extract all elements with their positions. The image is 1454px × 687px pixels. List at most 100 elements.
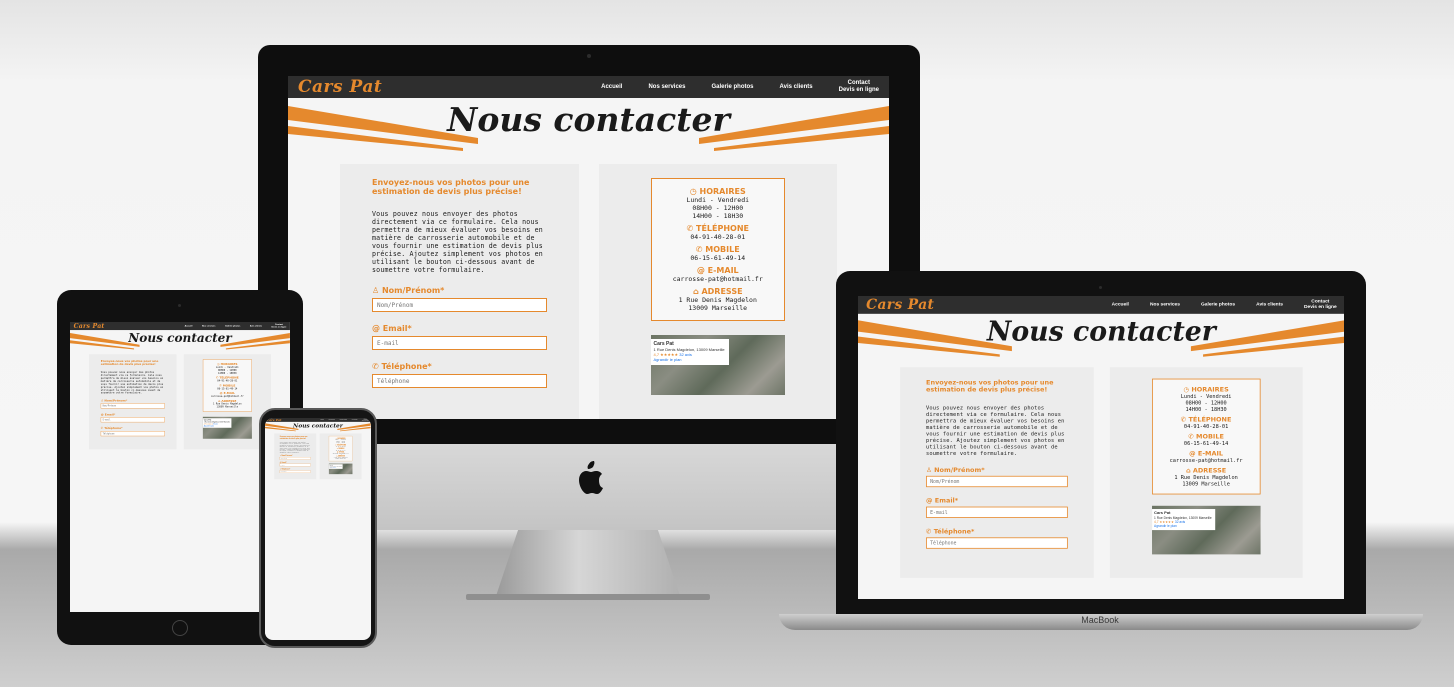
map-enlarge-link[interactable]: Agrandir le plan [654,357,726,362]
nav-item-accueil[interactable]: Accueil [1112,302,1129,307]
name-input[interactable]: Nom/Prénom [279,457,311,460]
email-field: @ Email* E-mail [100,412,165,423]
imac-screen: Cars Pat Accueil Nos services Galerie ph… [288,76,889,419]
intro-title: Envoyez-nous vos photos pour une estimat… [100,359,159,366]
nav-item-services[interactable]: Nos services [328,419,335,420]
nav-item-galerie[interactable]: Galerie photos [711,84,753,90]
nav-item-services[interactable]: Nos services [1150,302,1180,307]
nav-cta-line1: Contact [847,80,870,86]
phone-label-text: Téléphone* [104,426,123,430]
nav-item-accueil[interactable]: Accueil [185,325,193,327]
phone-input[interactable]: Téléphone [372,374,547,388]
nav-item-services[interactable]: Nos services [648,84,685,90]
at-icon: @ [1189,449,1198,458]
nav-item-contact[interactable]: Contact Devis en ligne [839,80,879,94]
name-field: ♙ Nom/Prénom* Nom/Prénom [926,466,1068,488]
hours-afternoon: 14H00 - 18H30 [692,212,744,220]
nav-item-avis[interactable]: Avis clients [250,325,262,327]
phone-input[interactable]: Téléphone [279,470,311,473]
name-field: ♙ Nom/Prénom* Nom/Prénom [372,286,547,312]
email-label-text: Email* [281,461,287,464]
map-enlarge-link[interactable]: Agrandir le plan [204,425,230,427]
contact-form-panel: Envoyez-nous vos photos pour une estimat… [900,367,1094,578]
phone-number[interactable]: 04-91-40-28-01 [1157,423,1255,429]
map-info-card: Cars Pat 1 Rue Denis Magdelon, 13009 Mar… [328,464,343,469]
phone-number[interactable]: 04-91-40-28-01 [658,233,779,241]
phone-label: ✆ Téléphone* [372,362,547,371]
map-embed[interactable]: Cars Pat 1 Rue Denis Magdelon, 13009 Mar… [1151,505,1261,555]
site-logo[interactable]: Cars Pat [298,77,382,97]
imac-camera [587,54,591,58]
phone-heading: ✆ TÉLÉPHONE [1157,416,1255,423]
email-title: E-MAIL [707,266,739,275]
phone-label-text: Téléphone* [381,362,432,371]
contact-form-panel: Envoyez-nous vos photos pour une estimat… [340,164,579,419]
hours-afternoon: 14H00 - 18H30 [217,371,237,375]
email-input[interactable]: E-mail [100,417,165,423]
nav-item-avis[interactable]: Avis clients [1256,302,1283,307]
map-enlarge-link[interactable]: Agrandir le plan [329,467,342,468]
nav-item-accueil[interactable]: Accueil [320,419,324,420]
site-logo[interactable]: Cars Pat [74,322,105,329]
map-info-card: Cars Pat 1 Rue Denis Magdelon, 13009 Mar… [1151,509,1215,531]
mobile-heading: ✆ MOBILE [658,245,779,254]
address-title: ADRESSE [1192,466,1227,475]
website: Cars Pat Accueil Nos services Galerie ph… [288,76,889,419]
website: Cars Pat Accueil Nos services Galerie ph… [265,418,371,640]
mobile-number[interactable]: 06-15-61-49-14 [1157,440,1255,446]
mobile-heading: ✆ MOBILE [1157,433,1255,440]
hero-banner: Nous contacter [265,422,371,432]
nav-item-accueil[interactable]: Accueil [601,84,622,90]
nav-item-contact[interactable]: Contact Devis en ligne [272,323,287,328]
phone-title: TÉLÉPHONE [695,224,749,233]
address-heading: ⌂ ADRESSE [658,287,779,296]
email-input[interactable]: E-mail [279,463,311,467]
phone-input[interactable]: Téléphone [100,431,165,437]
mobile-number[interactable]: 06-15-61-49-14 [658,254,779,262]
intro-title: Envoyez-nous vos photos pour une estimat… [372,178,530,196]
hero-banner: Nous contacter [70,330,290,351]
nav-item-galerie[interactable]: Galerie photos [1201,302,1235,307]
name-field: ♙ Nom/Prénom* Nom/Prénom [100,399,165,409]
main-content: Envoyez-nous vos photos pour une estimat… [265,432,371,480]
contact-form-panel: Envoyez-nous vos photos pour une estimat… [89,354,177,450]
map-embed[interactable]: Cars Pat 1 Rue Denis Magdelon, 13009 Mar… [202,416,252,439]
mobile-number[interactable]: 06-15-61-49-14 [205,387,249,390]
site-logo[interactable]: Cars Pat [866,297,934,313]
phone-input[interactable]: Téléphone [926,537,1068,549]
name-field: ♙ Nom/Prénom* Nom/Prénom [279,455,311,460]
email-field: @ Email* E-mail [926,497,1068,518]
phone-heading: ✆ TÉLÉPHONE [658,224,779,233]
ipad-home-button[interactable] [172,620,188,636]
name-input[interactable]: Nom/Prénom [372,298,547,312]
at-icon: @ [372,324,383,333]
nav-item-contact[interactable]: Contact Devis en ligne [362,419,369,421]
ipad-camera [178,304,181,307]
phone-number[interactable]: 04-91-40-28-01 [205,379,249,382]
map-enlarge-link[interactable]: Agrandir le plan [1154,524,1212,528]
nav-bar: Cars Pat Accueil Nos services Galerie ph… [70,322,290,331]
name-input[interactable]: Nom/Prénom [926,475,1068,488]
email-address[interactable]: carrosse-pat@hotmail.fr [205,395,249,398]
email-input[interactable]: E-mail [926,506,1068,518]
nav-cta-line1: Contact [1311,299,1330,305]
hours-morning: 08H00 - 12H00 [692,204,744,212]
nav-item-galerie[interactable]: Galerie photos [225,325,240,327]
email-label-text: Email* [104,412,116,417]
phone-field: ✆ Téléphone* Téléphone [926,527,1068,549]
email-input[interactable]: E-mail [372,336,547,350]
name-input[interactable]: Nom/Prénom [100,403,165,409]
nav-item-galerie[interactable]: Galerie photos [340,419,347,420]
nav-item-contact[interactable]: Contact Devis en ligne [1304,299,1337,310]
map-embed[interactable]: Cars Pat 1 Rue Denis Magdelon, 13009 Mar… [328,463,353,475]
nav-item-avis[interactable]: Avis clients [352,419,358,420]
email-address[interactable]: carrosse-pat@hotmail.fr [658,275,779,283]
phone-icon: ✆ [926,527,934,535]
website: Cars Pat Accueil Nos services Galerie ph… [858,296,1344,599]
name-label: ♙ Nom/Prénom* [372,286,547,295]
map-embed[interactable]: Cars Pat 1 Rue Denis Magdelon, 13009 Mar… [650,335,785,395]
nav-item-avis[interactable]: Avis clients [780,84,813,90]
email-address[interactable]: carrosse-pat@hotmail.fr [1157,457,1255,463]
nav-item-services[interactable]: Nos services [202,325,216,327]
phone-title: TÉLÉPHONE [1188,415,1232,424]
